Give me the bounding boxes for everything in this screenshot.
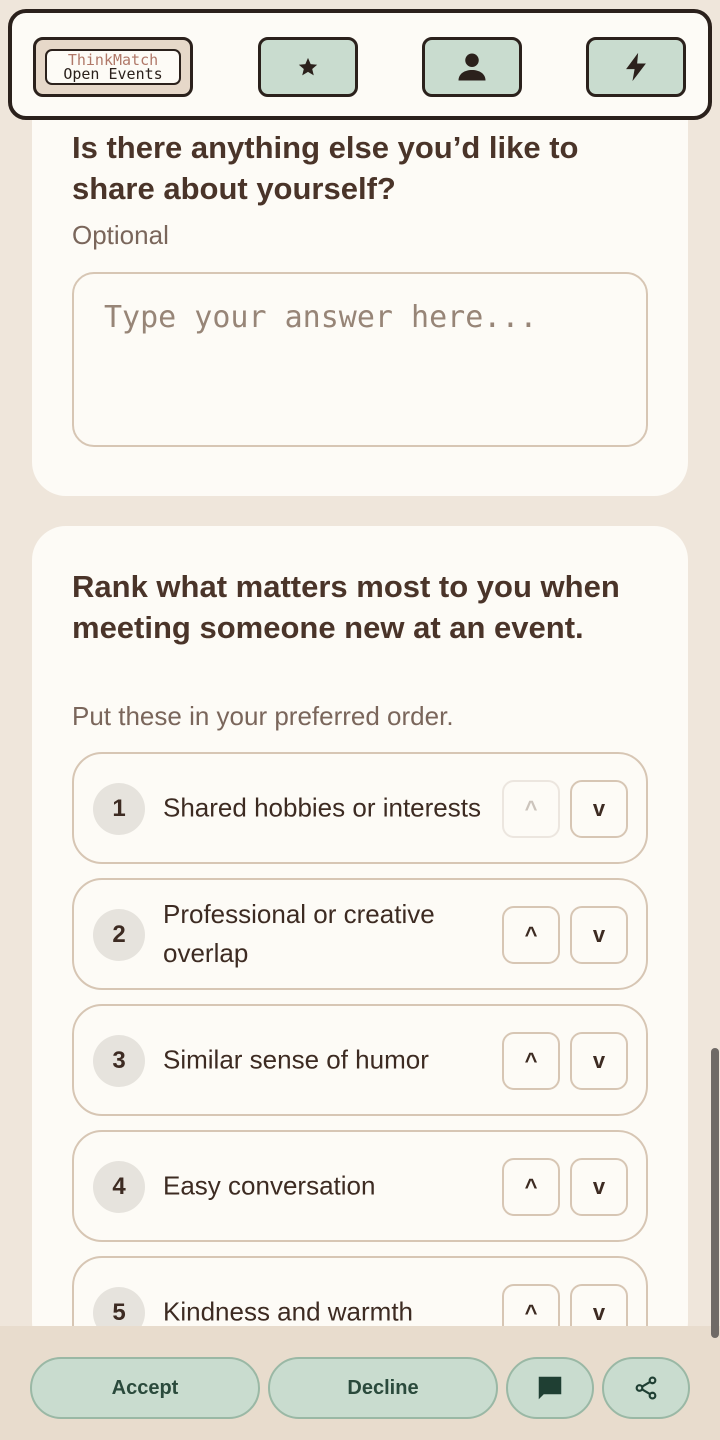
rank-number: 1: [93, 783, 145, 835]
scrollbar[interactable]: [711, 1048, 719, 1338]
logo-button[interactable]: ThinkMatch Open Events: [33, 37, 193, 97]
move-down-button[interactable]: v: [570, 906, 628, 964]
rank-item[interactable]: 2 Professional or creative overlap ^ v: [72, 878, 648, 990]
question-title: Is there anything else you’d like to sha…: [72, 130, 579, 206]
chat-icon: [538, 1376, 562, 1400]
question-subtitle: Put these in your preferred order.: [72, 701, 454, 731]
question-title: Rank what matters most to you when meeti…: [72, 569, 620, 645]
bolt-icon: [626, 52, 646, 82]
favorites-button[interactable]: [258, 37, 358, 97]
star-icon: [298, 57, 318, 76]
rank-item[interactable]: 1 Shared hobbies or interests ^ v: [72, 752, 648, 864]
rank-number: 3: [93, 1035, 145, 1087]
question-card-about-yourself: Is there anything else you’d like to sha…: [32, 80, 688, 496]
decline-button[interactable]: Decline: [268, 1357, 498, 1419]
move-down-button[interactable]: v: [570, 1158, 628, 1216]
rank-item[interactable]: 4 Easy conversation ^ v: [72, 1130, 648, 1242]
move-up-button[interactable]: ^: [502, 1032, 560, 1090]
person-icon: [458, 53, 486, 81]
activity-button[interactable]: [586, 37, 686, 97]
rank-item-label: Professional or creative overlap: [163, 899, 435, 968]
move-up-button[interactable]: ^: [502, 1158, 560, 1216]
accept-button[interactable]: Accept: [30, 1357, 260, 1419]
move-up-button[interactable]: ^: [502, 906, 560, 964]
rank-item[interactable]: 3 Similar sense of humor ^ v: [72, 1004, 648, 1116]
rank-item-label: Easy conversation: [163, 1170, 376, 1201]
question-card-ranking: Rank what matters most to you when meeti…: [32, 526, 688, 1368]
bottom-action-bar: Accept Decline: [0, 1326, 720, 1440]
question-subtitle: Optional: [72, 220, 169, 250]
share-icon: [635, 1376, 657, 1400]
profile-button[interactable]: [422, 37, 522, 97]
top-nav-bar: ThinkMatch Open Events: [8, 9, 712, 120]
move-down-button[interactable]: v: [570, 780, 628, 838]
rank-item-label: Similar sense of humor: [163, 1044, 429, 1075]
move-down-button[interactable]: v: [570, 1032, 628, 1090]
chat-button[interactable]: [506, 1357, 594, 1419]
rank-number: 2: [93, 909, 145, 961]
move-up-button[interactable]: ^: [502, 780, 560, 838]
answer-textarea[interactable]: [72, 272, 648, 447]
share-button[interactable]: [602, 1357, 690, 1419]
logo: ThinkMatch Open Events: [45, 49, 181, 85]
rank-item-label: Shared hobbies or interests: [163, 792, 481, 823]
logo-subtitle: Open Events: [63, 65, 163, 83]
rank-number: 4: [93, 1161, 145, 1213]
